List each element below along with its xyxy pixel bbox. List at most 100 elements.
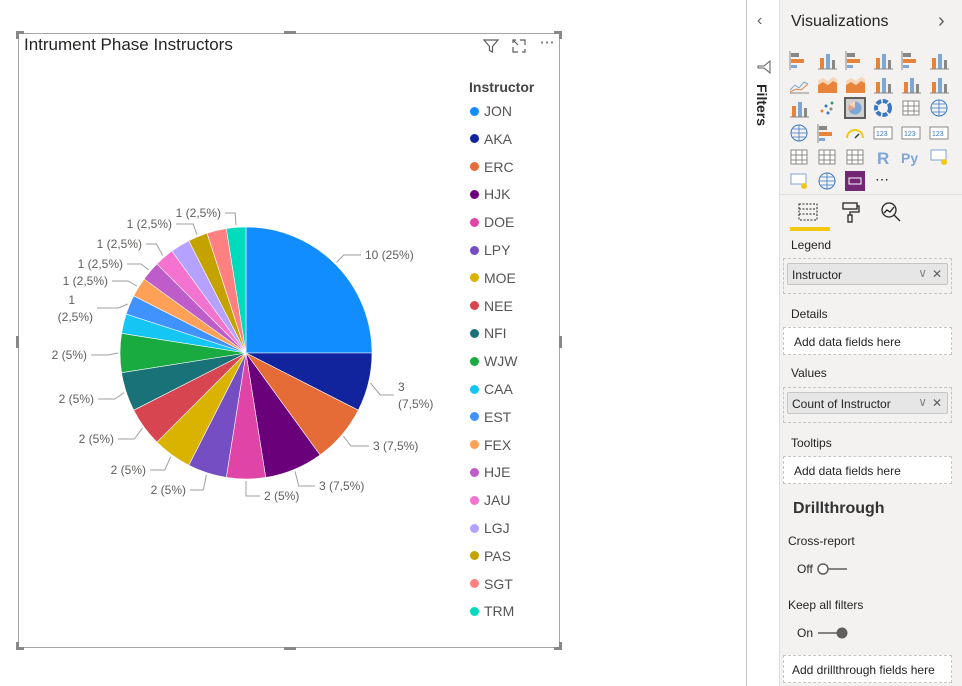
leader-line bbox=[150, 456, 172, 471]
map-visual-icon[interactable] bbox=[928, 97, 950, 119]
chevron-right-icon[interactable]: › bbox=[938, 10, 945, 33]
visualizations-pane: Visualizations › 123 123 123 R Py ⋯ Legend In… bbox=[780, 0, 962, 686]
visualizations-title: Visualizations bbox=[791, 13, 889, 30]
data-label-fex: 1 (2,5%) bbox=[63, 274, 108, 288]
leader-line bbox=[190, 474, 207, 491]
resize-handle[interactable] bbox=[284, 31, 296, 34]
pie-chart-visual[interactable]: Intrument Phase Instructors ⋯ Instructor… bbox=[16, 31, 562, 650]
stacked-area-visual-icon[interactable] bbox=[844, 73, 866, 95]
donut-visual-icon[interactable] bbox=[872, 97, 894, 119]
table-visual-icon[interactable] bbox=[816, 146, 838, 168]
key-influencers-visual-icon[interactable] bbox=[928, 146, 950, 168]
data-label-erc: 3 (7,5%) bbox=[373, 439, 418, 453]
resize-handle[interactable] bbox=[559, 336, 562, 348]
fields-tab-icon[interactable] bbox=[797, 201, 819, 228]
waterfall-visual-icon[interactable] bbox=[788, 97, 810, 119]
filled-map-visual-icon[interactable] bbox=[788, 122, 810, 144]
data-label-lpy: 2 (5%) bbox=[151, 483, 186, 497]
data-label-hjk: 3 (7,5%) bbox=[319, 479, 364, 493]
power-apps-visual-icon[interactable] bbox=[844, 170, 866, 192]
leader-line bbox=[127, 263, 149, 271]
card-visual-icon[interactable]: 123 bbox=[872, 122, 894, 144]
close-icon[interactable]: ✕ bbox=[932, 396, 942, 410]
ribbon-visual-icon[interactable] bbox=[928, 73, 950, 95]
resize-handle[interactable] bbox=[559, 31, 562, 39]
leader-line bbox=[97, 303, 128, 309]
svg-text:R: R bbox=[877, 149, 889, 168]
svg-text:123: 123 bbox=[876, 131, 888, 138]
matrix-visual-icon[interactable] bbox=[844, 146, 866, 168]
filters-label[interactable]: Filters bbox=[754, 84, 770, 126]
drillthrough-well[interactable]: Add drillthrough fields here bbox=[783, 655, 952, 683]
svg-text:123: 123 bbox=[932, 131, 944, 138]
data-label-wjw: 2 (5%) bbox=[52, 348, 87, 362]
values-field-name: Count of Instructor bbox=[792, 397, 891, 411]
data-label-trm: 1 (2,5%) bbox=[176, 206, 221, 220]
values-well[interactable]: Count of Instructor ∨ ✕ bbox=[783, 387, 952, 423]
leader-line bbox=[112, 280, 138, 287]
close-icon[interactable]: ✕ bbox=[932, 267, 942, 281]
resize-handle[interactable] bbox=[16, 336, 19, 348]
arcgis-visual-icon[interactable] bbox=[816, 170, 838, 192]
cross-report-label: Cross-report bbox=[788, 534, 855, 548]
format-tab-icon[interactable] bbox=[840, 201, 862, 228]
python-visual-icon[interactable]: Py bbox=[900, 146, 922, 168]
line-clustered-column-visual-icon[interactable] bbox=[900, 73, 922, 95]
treemap-visual-icon[interactable] bbox=[900, 97, 922, 119]
pie-slice-jon[interactable] bbox=[245, 226, 373, 354]
resize-handle[interactable] bbox=[559, 642, 562, 650]
r-script-visual-icon[interactable]: R bbox=[872, 146, 894, 168]
chevron-down-icon[interactable]: ∨ bbox=[918, 266, 927, 280]
legend-field-pill[interactable]: Instructor ∨ ✕ bbox=[787, 263, 948, 285]
gauge-visual-icon[interactable] bbox=[844, 122, 866, 144]
leader-line bbox=[294, 471, 315, 487]
chevron-left-icon[interactable]: ‹ bbox=[757, 12, 762, 30]
svg-text:123: 123 bbox=[904, 131, 916, 138]
values-field-pill[interactable]: Count of Instructor ∨ ✕ bbox=[787, 392, 948, 414]
cross-report-toggle[interactable]: Off bbox=[797, 562, 850, 576]
line-stacked-column-visual-icon[interactable] bbox=[872, 73, 894, 95]
pie-chart: 10 (25%) 3 (7,5%) 3 (7,5%) 3 (7,5%) 2 (5%) 2 (… bbox=[52, 206, 434, 503]
stacked-bar-visual-icon[interactable] bbox=[788, 49, 810, 71]
leader-line bbox=[342, 435, 369, 447]
leader-line bbox=[146, 243, 164, 256]
qa-visual-icon[interactable] bbox=[788, 170, 810, 192]
area-visual-icon[interactable] bbox=[816, 73, 838, 95]
pie-visual-icon[interactable] bbox=[844, 97, 866, 120]
slicer-visual-icon[interactable] bbox=[788, 146, 810, 168]
keep-all-filters-state: On bbox=[797, 626, 814, 640]
keep-all-filters-toggle[interactable]: On bbox=[797, 626, 850, 640]
funnel-visual-icon[interactable] bbox=[816, 122, 838, 144]
resize-handle[interactable] bbox=[284, 647, 296, 650]
clustered-column-visual-icon[interactable] bbox=[872, 49, 894, 71]
tooltips-well-label: Tooltips bbox=[791, 436, 832, 450]
stacked-column-visual-icon[interactable] bbox=[816, 49, 838, 71]
analytics-tab-icon[interactable] bbox=[880, 201, 902, 228]
leader-line bbox=[98, 392, 125, 400]
more-visual-icon[interactable]: ⋯ bbox=[872, 170, 894, 192]
multi-row-card-visual-icon[interactable]: 123 bbox=[900, 122, 922, 144]
leader-line bbox=[118, 427, 143, 440]
kpi-visual-icon[interactable]: 123 bbox=[928, 122, 950, 144]
leader-line bbox=[245, 481, 260, 497]
resize-handle[interactable] bbox=[16, 642, 19, 650]
details-well[interactable]: Add data fields here bbox=[783, 327, 952, 355]
legend-well[interactable]: Instructor ∨ ✕ bbox=[783, 258, 952, 294]
100-stacked-column-visual-icon[interactable] bbox=[928, 49, 950, 71]
data-label-est: 1 (2,5%) bbox=[58, 293, 93, 324]
data-label-hje: 1 (2,5%) bbox=[78, 257, 123, 271]
filter-icon bbox=[757, 59, 771, 79]
clustered-bar-visual-icon[interactable] bbox=[844, 49, 866, 71]
resize-handle[interactable] bbox=[16, 31, 19, 39]
leader-line bbox=[91, 352, 119, 356]
leader-line bbox=[370, 382, 394, 396]
filters-pane[interactable]: ‹ Filters bbox=[747, 0, 780, 686]
line-visual-icon[interactable] bbox=[788, 73, 810, 95]
cross-report-state: Off bbox=[797, 562, 813, 576]
100-stacked-bar-visual-icon[interactable] bbox=[900, 49, 922, 71]
data-label-nfi: 2 (5%) bbox=[59, 392, 94, 406]
chevron-down-icon[interactable]: ∨ bbox=[918, 395, 927, 409]
scatter-visual-icon[interactable] bbox=[816, 97, 838, 119]
tooltips-well[interactable]: Add data fields here bbox=[783, 456, 952, 484]
data-label-jon: 10 (25%) bbox=[365, 248, 414, 262]
